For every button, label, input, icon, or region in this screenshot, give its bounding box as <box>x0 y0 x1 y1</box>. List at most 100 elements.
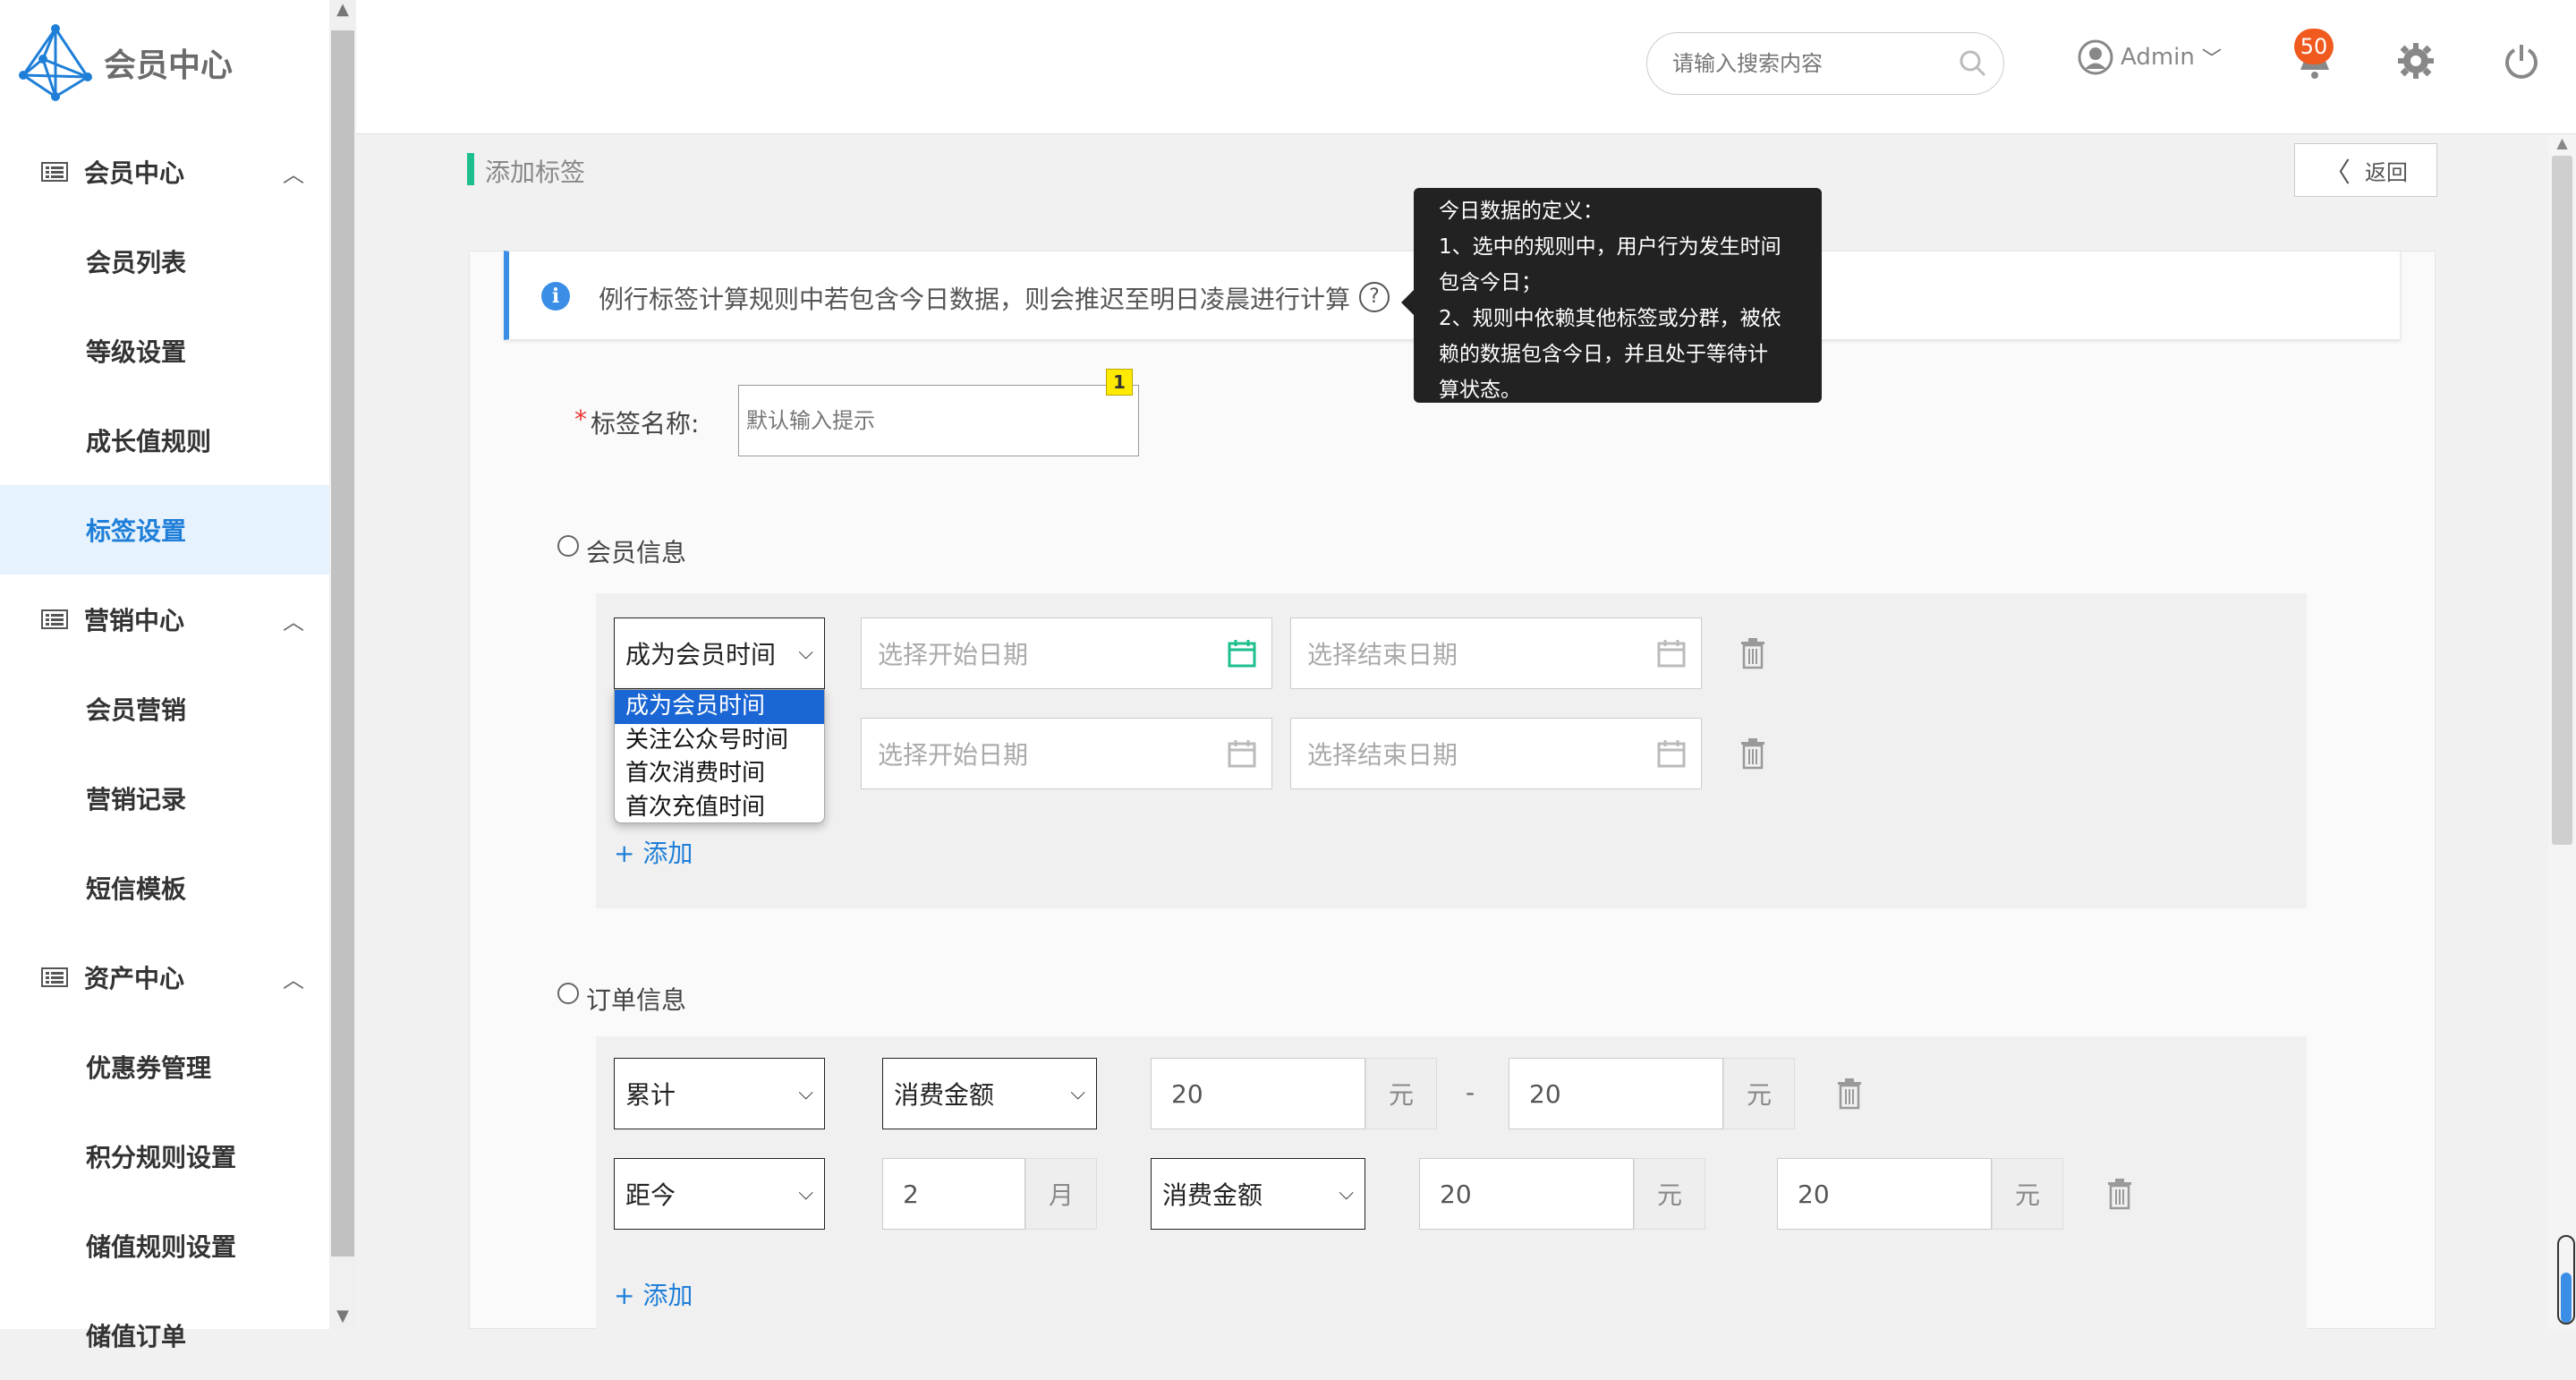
tag-name-label: 标签名称: <box>591 409 700 439</box>
chevron-down-icon: ⌵ <box>798 1182 813 1205</box>
notice-text: 例行标签计算规则中若包含今日数据，则会推迟至明日凌晨进行计算 <box>599 285 1351 314</box>
tooltip-line: 包含今日； <box>1439 271 1542 294</box>
logo-text: 会员中心 <box>104 47 234 84</box>
user-name: Admin <box>2121 44 2195 71</box>
dropdown-option[interactable]: 首次消费时间 <box>615 757 824 791</box>
nav-group-label: 资产中心 <box>84 964 185 993</box>
max-amount-input[interactable]: 20 <box>1509 1058 1723 1129</box>
list-icon <box>41 162 68 182</box>
title-accent-bar <box>467 153 474 185</box>
accumulate-select[interactable]: 累计 ⌵ <box>614 1058 825 1129</box>
search-input[interactable] <box>1671 33 1948 94</box>
member-time-dropdown-list[interactable]: 成为会员时间 关注公众号时间 首次消费时间 首次充值时间 <box>614 689 825 823</box>
back-button-label: 返回 <box>2365 159 2408 185</box>
min-amount-input[interactable]: 20 <box>1419 1158 1634 1230</box>
notification-badge: 50 <box>2294 29 2334 64</box>
user-menu[interactable]: Admin ﹀ <box>2078 39 2222 75</box>
sidebar-item-member-list[interactable]: 会员列表 <box>0 217 329 306</box>
chevron-down-icon: ⌵ <box>1070 1082 1085 1104</box>
nav-group-member-center[interactable]: 会员中心 ︿ <box>0 127 329 217</box>
nav-group-label: 会员中心 <box>84 158 185 188</box>
chevron-down-icon: ﹀ <box>2201 48 2222 71</box>
sidebar-item-sms-templates[interactable]: 短信模板 <box>0 843 329 933</box>
dropdown-option[interactable]: 关注公众号时间 <box>615 724 824 758</box>
help-icon[interactable]: ? <box>1359 282 1390 312</box>
chevron-up-icon: ︿ <box>283 967 304 992</box>
top-header: Admin ﹀ 50 <box>356 0 2576 134</box>
sidebar: 会员中心 会员中心 ︿ 会员列表 等级设置 成长值规则 标签设置 营销中心 ︿ … <box>0 0 329 1351</box>
nav-group-marketing-center[interactable]: 营销中心 ︿ <box>0 575 329 664</box>
sidebar-scrollbar[interactable]: ▲ ▼ <box>329 0 356 1329</box>
sidebar-item-points-rules[interactable]: 积分规则设置 <box>0 1112 329 1201</box>
network-logo-icon <box>19 24 92 101</box>
unit-yuan: 元 <box>1634 1158 1705 1230</box>
chevron-up-icon: ︿ <box>283 609 304 635</box>
nav-group-asset-center[interactable]: 资产中心 ︿ <box>0 933 329 1022</box>
amount-type-select[interactable]: 消费金额 ⌵ <box>882 1058 1097 1129</box>
power-icon[interactable] <box>2502 41 2541 81</box>
order-info-label: 订单信息 <box>586 985 687 1015</box>
start-date-picker[interactable]: 选择开始日期 <box>861 718 1272 789</box>
info-icon: i <box>541 282 570 311</box>
member-add-link[interactable]: + 添加 <box>614 834 693 870</box>
end-date-picker[interactable]: 选择结束日期 <box>1290 718 1702 789</box>
chevron-left-icon: 〈 <box>2324 158 2351 189</box>
gear-icon[interactable] <box>2396 41 2436 81</box>
sidebar-item-stored-value-orders[interactable]: 储值订单 <box>0 1291 329 1380</box>
max-amount-input[interactable]: 20 <box>1777 1158 1992 1230</box>
trash-icon[interactable] <box>1739 737 1766 770</box>
user-avatar-icon <box>2078 39 2113 75</box>
scrollbar-thumb[interactable] <box>2552 156 2572 845</box>
annotation-marker: 1 <box>1106 369 1133 396</box>
sidebar-item-level-settings[interactable]: 等级设置 <box>0 306 329 396</box>
scroll-indicator <box>2557 1235 2575 1325</box>
order-info-radio[interactable] <box>557 983 579 1004</box>
amount-type-select[interactable]: 消费金额 ⌵ <box>1151 1158 1365 1230</box>
logo: 会员中心 <box>16 23 233 102</box>
end-date-picker[interactable]: 选择结束日期 <box>1290 618 1702 689</box>
search-box[interactable] <box>1646 32 2004 95</box>
tooltip-line: 赖的数据包含今日，并且处于等待计 <box>1439 343 1768 366</box>
sidebar-item-stored-value-rules[interactable]: 储值规则设置 <box>0 1201 329 1291</box>
scroll-down-arrow-icon[interactable]: ▼ <box>329 1307 356 1325</box>
scrollbar-thumb[interactable] <box>331 30 354 1256</box>
list-icon <box>41 967 68 987</box>
scroll-up-arrow-icon[interactable]: ▲ <box>329 0 356 19</box>
range-dash: - <box>1466 1078 1475 1107</box>
unit-yuan: 元 <box>1365 1058 1437 1129</box>
dropdown-option[interactable]: 成为会员时间 <box>615 690 824 724</box>
search-icon[interactable] <box>1959 49 1987 78</box>
calendar-icon <box>1657 740 1686 768</box>
trash-icon[interactable] <box>2106 1178 2133 1210</box>
chevron-down-icon: ⌵ <box>1339 1182 1354 1205</box>
help-tooltip: 今日数据的定义： 1、选中的规则中，用户行为发生时间 包含今日； 2、规则中依赖… <box>1401 188 1822 403</box>
tooltip-line: 2、规则中依赖其他标签或分群，被依 <box>1439 307 1781 330</box>
member-info-radio[interactable] <box>557 535 579 557</box>
scroll-up-arrow-icon[interactable]: ▲ <box>2548 134 2576 151</box>
tooltip-line: 今日数据的定义： <box>1439 200 1603 223</box>
sidebar-item-coupons[interactable]: 优惠券管理 <box>0 1022 329 1112</box>
months-input[interactable]: 2 <box>882 1158 1025 1230</box>
start-date-picker[interactable]: 选择开始日期 <box>861 618 1272 689</box>
sidebar-item-member-marketing[interactable]: 会员营销 <box>0 664 329 754</box>
tag-name-input[interactable] <box>738 385 1139 456</box>
dropdown-option[interactable]: 首次充值时间 <box>615 791 824 823</box>
sidebar-item-tag-settings[interactable]: 标签设置 <box>0 485 329 575</box>
nav-group-label: 营销中心 <box>84 606 185 635</box>
member-time-select[interactable]: 成为会员时间 ⌵ <box>614 618 825 689</box>
list-icon <box>41 609 68 629</box>
calendar-icon <box>1228 740 1256 768</box>
chevron-up-icon: ︿ <box>283 161 304 187</box>
tooltip-arrow <box>1401 290 1414 315</box>
sidebar-item-marketing-records[interactable]: 营销记录 <box>0 754 329 843</box>
member-info-label: 会员信息 <box>586 538 687 567</box>
order-add-link[interactable]: + 添加 <box>614 1276 693 1312</box>
back-button[interactable]: 〈 返回 <box>2294 143 2437 197</box>
min-amount-input[interactable]: 20 <box>1151 1058 1365 1129</box>
trash-icon[interactable] <box>1739 637 1766 669</box>
page-scrollbar[interactable]: ▲ <box>2548 134 2576 1329</box>
trash-icon[interactable] <box>1836 1078 1863 1110</box>
chevron-down-icon: ⌵ <box>798 642 813 664</box>
sidebar-item-growth-rules[interactable]: 成长值规则 <box>0 396 329 485</box>
since-select[interactable]: 距今 ⌵ <box>614 1158 825 1230</box>
